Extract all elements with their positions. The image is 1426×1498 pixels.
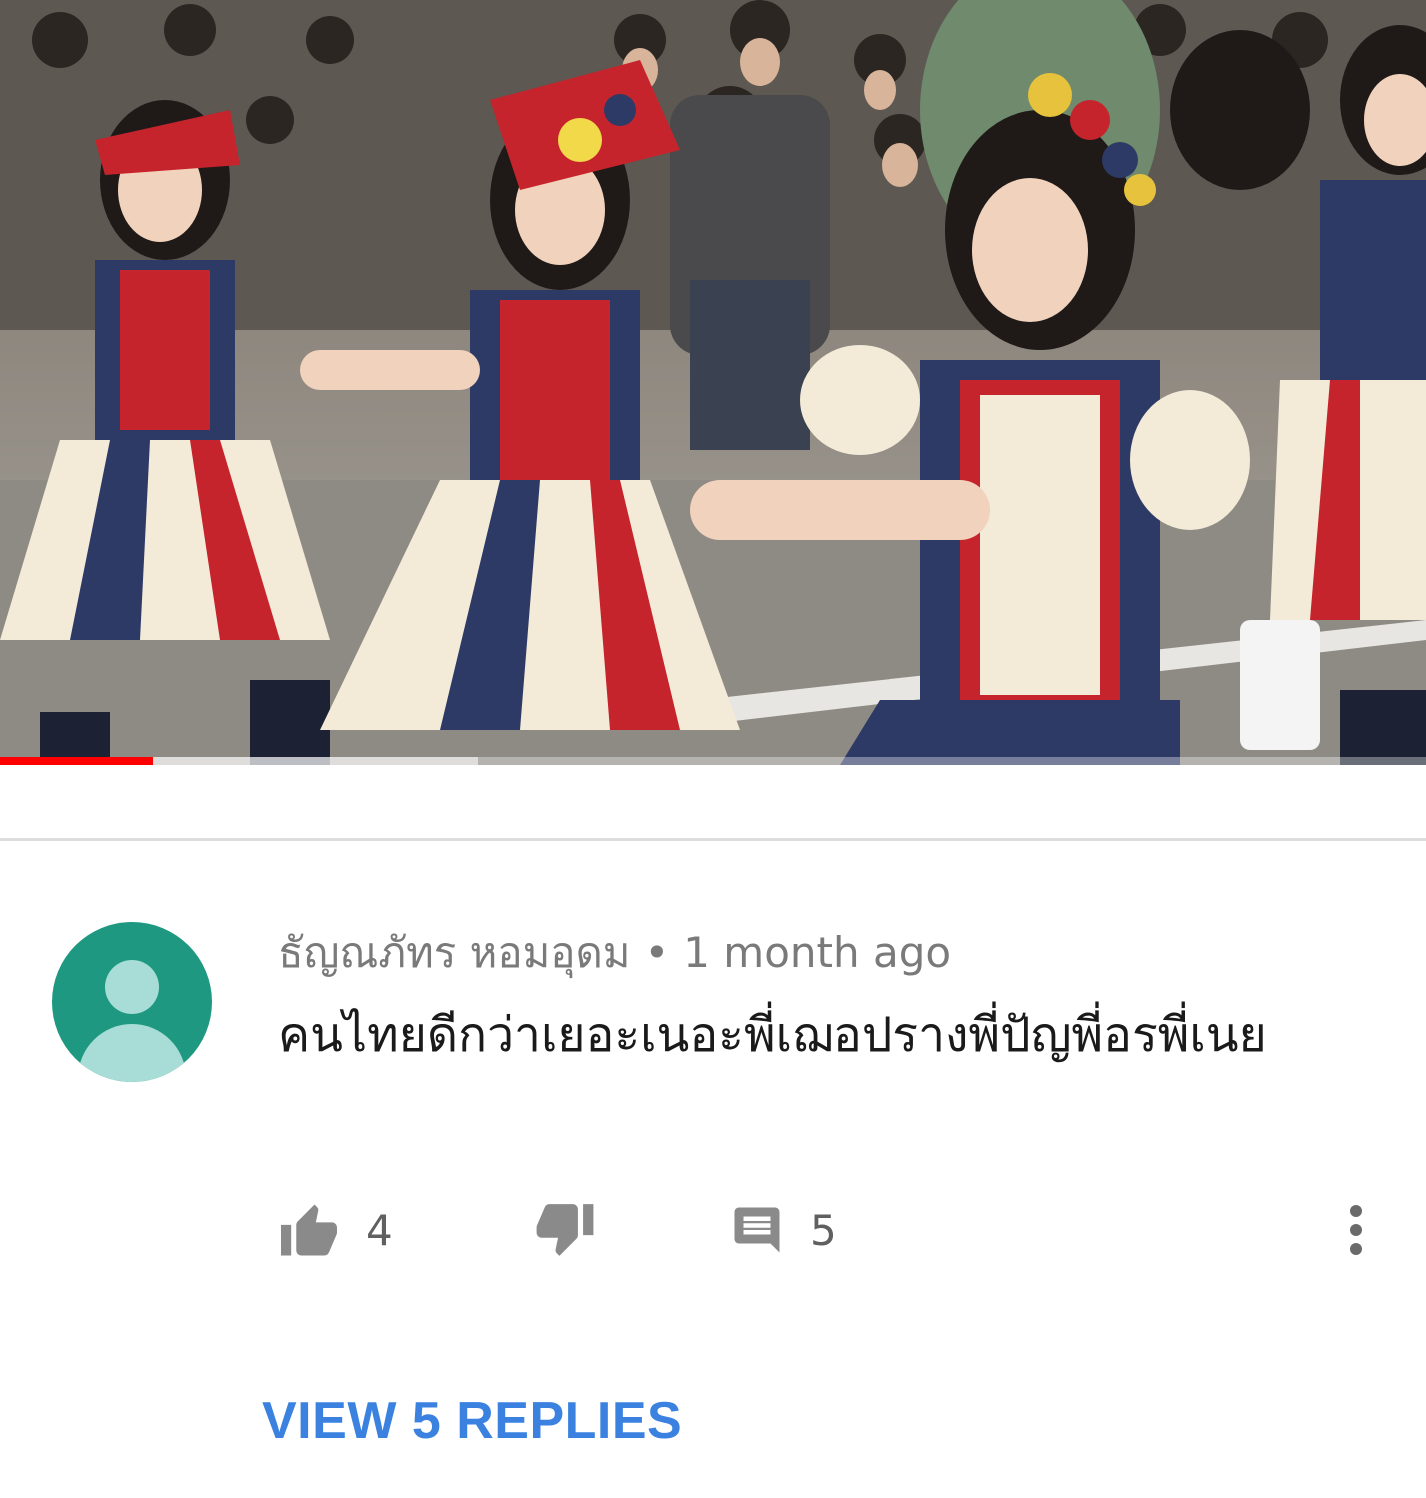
dislike-button[interactable] <box>534 1185 596 1275</box>
avatar-head <box>105 960 159 1014</box>
view-replies-button[interactable]: VIEW 5 REPLIES <box>262 1388 682 1454</box>
video-player[interactable] <box>0 0 1426 765</box>
video-progress-fill <box>0 757 153 765</box>
comment-actions: 4 5 <box>0 1185 1426 1275</box>
comment-time[interactable]: 1 month ago <box>683 928 951 977</box>
comment-text: คนไทยดีกว่าเยอะเนอะพี่เฌอปรางพี่ปัญพี่อร… <box>278 1007 1267 1063</box>
comment-author[interactable]: ธัญณภัทร หอมอุดม <box>278 928 630 977</box>
reply-button[interactable]: 5 <box>730 1185 837 1275</box>
comment-meta: ธัญณภัทร หอมอุดม • 1 month ago <box>278 922 951 984</box>
like-count: 4 <box>366 1205 393 1255</box>
more-vertical-icon <box>1350 1205 1362 1255</box>
thumb-down-icon <box>536 1204 594 1256</box>
avatar-body <box>78 1024 186 1082</box>
reply-count: 5 <box>810 1205 837 1255</box>
comment-icon <box>734 1207 780 1253</box>
video-frame <box>0 0 1426 765</box>
video-progress-bar[interactable] <box>0 757 1426 765</box>
like-button[interactable]: 4 <box>278 1185 393 1275</box>
section-divider <box>0 838 1426 841</box>
meta-separator: • <box>644 928 670 977</box>
default-avatar-icon[interactable] <box>52 922 212 1082</box>
more-options-button[interactable] <box>1334 1185 1378 1275</box>
thumb-up-icon <box>281 1204 337 1256</box>
